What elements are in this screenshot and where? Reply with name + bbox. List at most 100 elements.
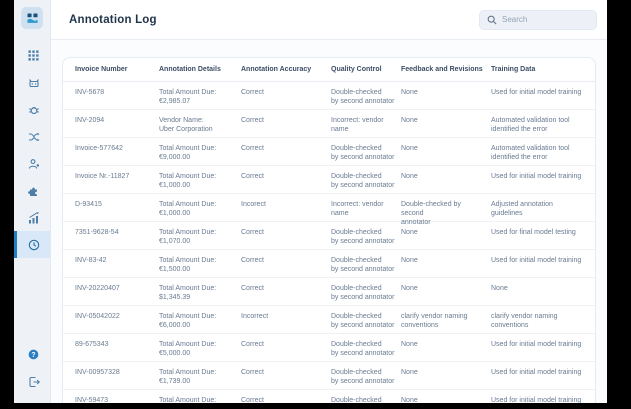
chart-icon bbox=[28, 212, 40, 224]
sidebar-item-workflow[interactable] bbox=[14, 123, 50, 150]
content-area: Invoice Number Annotation Details Annota… bbox=[51, 40, 607, 403]
sidebar-item-dashboard[interactable] bbox=[14, 42, 50, 69]
cell-training-data: None bbox=[491, 278, 595, 305]
table-row[interactable]: INV-5678 Total Amount Due: €2,985.07 Cor… bbox=[63, 82, 595, 110]
cell-feedback-revisions: None bbox=[401, 362, 491, 389]
table-row[interactable]: 7351-9628-54 Total Amount Due: €1,070.00… bbox=[63, 222, 595, 250]
cell-invoice-number: INV-05042022 bbox=[63, 306, 159, 333]
cell-training-data: Automated validation tool identified the… bbox=[491, 138, 595, 165]
clock-icon bbox=[28, 239, 40, 251]
cell-annotation-details: Total Amount Due: €2,985.07 bbox=[159, 82, 241, 109]
user-icon bbox=[28, 158, 40, 170]
sidebar-item-issues[interactable] bbox=[14, 96, 50, 123]
table-row[interactable]: 89-675343 Total Amount Due: €5,000.00 Co… bbox=[63, 334, 595, 362]
cell-feedback-revisions: None bbox=[401, 166, 491, 193]
sidebar-item-annotation[interactable] bbox=[14, 69, 50, 96]
svg-text:?: ? bbox=[31, 352, 35, 359]
annotation-log-card: Invoice Number Annotation Details Annota… bbox=[62, 57, 596, 403]
logout-button[interactable] bbox=[14, 368, 50, 395]
cell-quality-control: Double-checked by second annotator bbox=[331, 222, 401, 249]
table-row[interactable]: Invoice-577642 Total Amount Due: €9,000.… bbox=[63, 138, 595, 166]
search-box[interactable] bbox=[479, 10, 597, 30]
table-row[interactable]: INV-00957328 Total Amount Due: €1,739.00… bbox=[63, 362, 595, 390]
puzzle-icon bbox=[28, 185, 40, 197]
cell-annotation-accuracy: Correct bbox=[241, 250, 331, 277]
sidebar-item-integrations[interactable] bbox=[14, 177, 50, 204]
column-header-invoice-number: Invoice Number bbox=[63, 66, 159, 73]
cell-invoice-number: 7351-9628-54 bbox=[63, 222, 159, 249]
cell-quality-control: Double-checked by second annotator bbox=[331, 334, 401, 361]
cell-training-data: Used for initial model training bbox=[491, 166, 595, 193]
bug-icon bbox=[28, 104, 40, 116]
cell-training-data: Adjusted annotation guidelines bbox=[491, 194, 595, 221]
cell-training-data: Used for initial model training bbox=[491, 390, 595, 403]
cell-invoice-number: INV-83-42 bbox=[63, 250, 159, 277]
table-row[interactable]: INV-83-42 Total Amount Due: €1,500.00 Co… bbox=[63, 250, 595, 278]
cell-training-data: clarify vendor naming conventions bbox=[491, 306, 595, 333]
cell-training-data: Used for initial model training bbox=[491, 250, 595, 277]
page-title: Annotation Log bbox=[69, 14, 157, 26]
logout-icon bbox=[28, 376, 40, 388]
cell-feedback-revisions: None bbox=[401, 390, 491, 403]
cell-annotation-accuracy: Incorect bbox=[241, 194, 331, 221]
column-header-annotation-details: Annotation Details bbox=[159, 66, 241, 73]
column-header-feedback-revisions: Feedback and Revisions bbox=[401, 66, 491, 73]
app-logo-glyph bbox=[25, 11, 40, 26]
cell-feedback-revisions: clarify vendor naming conventions bbox=[401, 306, 491, 333]
cell-training-data: Used for initial model training bbox=[491, 82, 595, 109]
help-button[interactable]: ? bbox=[14, 341, 50, 368]
sidebar-item-analytics[interactable] bbox=[14, 204, 50, 231]
cell-quality-control: Double-checked by second annotator bbox=[331, 278, 401, 305]
cell-quality-control: Double-checked by second annotator bbox=[331, 82, 401, 109]
sidebar-item-annotation-log[interactable] bbox=[14, 231, 50, 258]
cell-annotation-accuracy: Correct bbox=[241, 334, 331, 361]
cell-annotation-accuracy: Correct bbox=[241, 166, 331, 193]
cell-feedback-revisions: Double-checked by second annotator bbox=[401, 194, 491, 221]
grid-icon bbox=[28, 50, 39, 61]
cell-annotation-details: Total Amount Due: $1,345.39 bbox=[159, 278, 241, 305]
cell-annotation-accuracy: Correct bbox=[241, 390, 331, 403]
cell-quality-control: Incorrect: vendor name bbox=[331, 194, 401, 221]
table-row[interactable]: INV-59473 Total Amount Due: €1,345.67 Co… bbox=[63, 390, 595, 403]
main-area: Annotation Log Invoice Number Annotation… bbox=[51, 0, 607, 403]
shuffle-icon bbox=[28, 131, 40, 143]
table-row[interactable]: INV-20220407 Total Amount Due: $1,345.39… bbox=[63, 278, 595, 306]
cell-annotation-details: Vendor Name: Uber Corporation bbox=[159, 110, 241, 137]
table-row[interactable]: Invoice Nr.-11827 Total Amount Due: €1,0… bbox=[63, 166, 595, 194]
table-row[interactable]: INV-2094 Vendor Name: Uber Corporation C… bbox=[63, 110, 595, 138]
cell-quality-control: Double-checked by second annotator bbox=[331, 390, 401, 403]
help-icon: ? bbox=[28, 349, 39, 360]
table-row[interactable]: INV-05042022 Total Amount Due: €6,000.00… bbox=[63, 306, 595, 334]
cell-annotation-details: Total Amount Due: €6,000.00 bbox=[159, 306, 241, 333]
cell-quality-control: Double-checked by second annotator bbox=[331, 166, 401, 193]
cell-feedback-revisions: None bbox=[401, 222, 491, 249]
search-icon bbox=[487, 15, 497, 25]
cell-invoice-number: INV-00957328 bbox=[63, 362, 159, 389]
cell-quality-control: Double-checked by second annotator bbox=[331, 306, 401, 333]
cell-invoice-number: INV-2094 bbox=[63, 110, 159, 137]
cell-annotation-details: Total Amount Due: €1,739.00 bbox=[159, 362, 241, 389]
table-body: INV-5678 Total Amount Due: €2,985.07 Cor… bbox=[63, 82, 595, 403]
sidebar-item-annotators[interactable] bbox=[14, 150, 50, 177]
cell-annotation-details: Total Amount Due: €1,070.00 bbox=[159, 222, 241, 249]
cell-invoice-number: 89-675343 bbox=[63, 334, 159, 361]
cell-feedback-revisions: None bbox=[401, 138, 491, 165]
cell-annotation-accuracy: Correct bbox=[241, 138, 331, 165]
robot-icon bbox=[28, 77, 40, 89]
cell-annotation-accuracy: Correct bbox=[241, 110, 331, 137]
cell-feedback-revisions: None bbox=[401, 278, 491, 305]
column-header-training-data: Training Data bbox=[491, 66, 595, 73]
search-input[interactable] bbox=[502, 15, 589, 24]
cell-feedback-revisions: None bbox=[401, 334, 491, 361]
cell-annotation-details: Total Amount Due: €1,000.00 bbox=[159, 166, 241, 193]
sidebar-footer: ? bbox=[14, 341, 50, 403]
table-row[interactable]: D-93415 Total Amount Due: €1,000.00 Inco… bbox=[63, 194, 595, 222]
cell-invoice-number: Invoice-577642 bbox=[63, 138, 159, 165]
sidebar: ? bbox=[14, 0, 51, 403]
cell-quality-control: Incorrect: vendor name bbox=[331, 110, 401, 137]
top-bar: Annotation Log bbox=[51, 0, 607, 40]
cell-annotation-accuracy: Correct bbox=[241, 82, 331, 109]
cell-quality-control: Double-checked by second annotator bbox=[331, 250, 401, 277]
cell-annotation-details: Total Amount Due: €1,000.00 bbox=[159, 194, 241, 221]
column-header-quality-control: Quality Control bbox=[331, 66, 401, 73]
